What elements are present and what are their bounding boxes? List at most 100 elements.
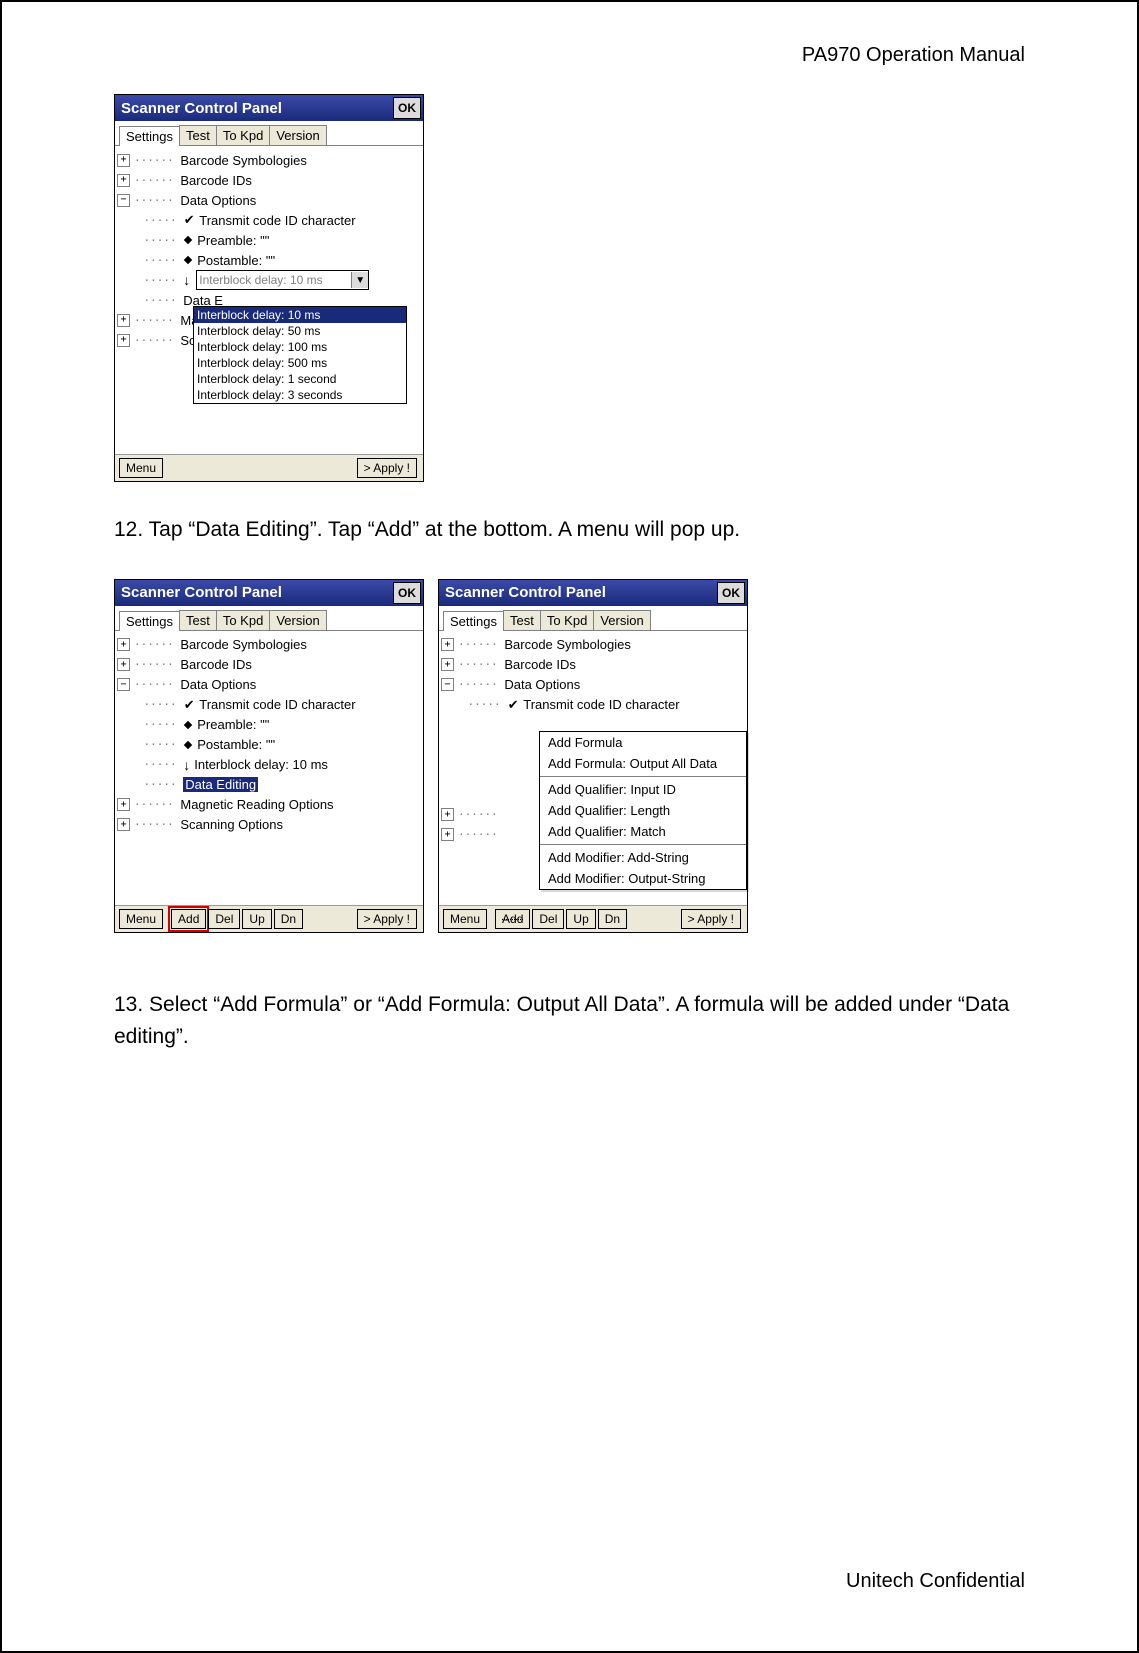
plus-icon[interactable]: + — [117, 818, 130, 831]
tree-label: Postamble: "" — [197, 737, 275, 752]
menu-item-add-formula-output-all[interactable]: Add Formula: Output All Data — [540, 753, 746, 774]
dropdown-option[interactable]: Interblock delay: 1 second — [194, 371, 406, 387]
tree-node[interactable]: − ······ Data Options — [441, 675, 745, 695]
tree-connector: ······ — [134, 314, 180, 327]
del-button[interactable]: Del — [532, 909, 564, 929]
tree-label: Scanning Options — [180, 817, 283, 832]
minus-icon[interactable]: − — [117, 678, 130, 691]
up-button[interactable]: Up — [566, 909, 595, 929]
tree-connector: ······ — [458, 678, 504, 691]
plus-icon[interactable]: + — [117, 174, 130, 187]
tree-node[interactable]: + ······ Scanning Options — [117, 815, 421, 835]
dropdown-list[interactable]: Interblock delay: 10 ms Interblock delay… — [193, 306, 407, 404]
plus-icon[interactable]: + — [441, 808, 454, 821]
tree-node[interactable]: + ······ Barcode IDs — [117, 170, 421, 190]
plus-icon[interactable]: + — [441, 638, 454, 651]
tree-label: Transmit code ID character — [199, 697, 355, 712]
menu-item-add-formula[interactable]: Add Formula — [540, 732, 746, 753]
tree-leaf[interactable]: ····· Postamble: "" — [117, 250, 421, 270]
del-button[interactable]: Del — [208, 909, 240, 929]
plus-icon[interactable]: + — [441, 828, 454, 841]
bottom-toolbar: Menu Add Del Up Dn > Apply ! — [439, 905, 747, 932]
ok-button[interactable]: OK — [393, 97, 421, 119]
tree-node[interactable]: + ······ Magnetic Reading Options — [117, 795, 421, 815]
menu-item-add-qualifier-length[interactable]: Add Qualifier: Length — [540, 800, 746, 821]
tree-node[interactable]: − ······ Data Options — [117, 190, 421, 210]
tree-leaf[interactable]: ····· Preamble: "" — [117, 715, 421, 735]
plus-icon[interactable]: + — [117, 638, 130, 651]
menu-item-add-modifier-addstring[interactable]: Add Modifier: Add-String — [540, 847, 746, 868]
dropdown-option[interactable]: Interblock delay: 100 ms — [194, 339, 406, 355]
menu-button[interactable]: Menu — [119, 458, 163, 478]
tree-leaf[interactable]: ····· Data Editing — [117, 775, 421, 795]
tree-node[interactable]: + ······ Barcode IDs — [117, 655, 421, 675]
tree-leaf[interactable]: ····· ✔ Transmit code ID character — [441, 695, 745, 715]
tree-leaf[interactable]: ····· Postamble: "" — [117, 735, 421, 755]
tree-leaf[interactable]: ····· ✔ Transmit code ID character — [117, 210, 421, 230]
tab-tokpd[interactable]: To Kpd — [216, 125, 270, 145]
menu-item-add-qualifier-inputid[interactable]: Add Qualifier: Input ID — [540, 779, 746, 800]
tab-test[interactable]: Test — [179, 125, 217, 145]
dropdown-option[interactable]: Interblock delay: 500 ms — [194, 355, 406, 371]
chevron-down-icon[interactable]: ▼ — [351, 272, 368, 288]
menu-separator — [540, 844, 746, 845]
tab-version[interactable]: Version — [269, 125, 326, 145]
plus-icon[interactable]: + — [117, 334, 130, 347]
plus-icon[interactable]: + — [117, 154, 130, 167]
tree-leaf[interactable]: ····· Preamble: "" — [117, 230, 421, 250]
tree-node[interactable]: − ······ Data Options — [117, 675, 421, 695]
tree-label: Data Options — [180, 677, 256, 692]
menu-button[interactable]: Menu — [119, 909, 163, 929]
add-button[interactable]: Add — [495, 909, 530, 929]
tab-strip: Settings Test To Kpd Version — [439, 606, 747, 631]
dropdown-value[interactable] — [197, 272, 351, 288]
interblock-delay-dropdown[interactable]: ▼ — [196, 270, 369, 290]
plus-icon[interactable]: + — [441, 658, 454, 671]
add-context-menu[interactable]: Add Formula Add Formula: Output All Data… — [539, 731, 747, 890]
tree-node[interactable]: + ······ Barcode IDs — [441, 655, 745, 675]
ok-button[interactable]: OK — [717, 582, 745, 604]
tab-test[interactable]: Test — [179, 610, 217, 630]
tab-tokpd[interactable]: To Kpd — [216, 610, 270, 630]
tree-connector: ····· — [117, 758, 183, 771]
plus-icon[interactable]: + — [117, 658, 130, 671]
dn-button[interactable]: Dn — [598, 909, 627, 929]
tab-settings[interactable]: Settings — [119, 126, 180, 146]
plus-icon[interactable]: + — [117, 314, 130, 327]
dropdown-option[interactable]: Interblock delay: 3 seconds — [194, 387, 406, 403]
dn-button[interactable]: Dn — [274, 909, 303, 929]
dropdown-option[interactable]: Interblock delay: 10 ms — [194, 307, 406, 323]
tree-label: Data Options — [180, 193, 256, 208]
tree-leaf[interactable]: ····· ✔ Transmit code ID character — [117, 695, 421, 715]
tree-connector: ······ — [134, 678, 180, 691]
tab-settings[interactable]: Settings — [443, 611, 504, 631]
tab-version[interactable]: Version — [593, 610, 650, 630]
tree-leaf[interactable]: ····· ↓ ▼ — [117, 270, 421, 290]
menu-item-add-qualifier-match[interactable]: Add Qualifier: Match — [540, 821, 746, 842]
tab-tokpd[interactable]: To Kpd — [540, 610, 594, 630]
add-button[interactable]: Add — [171, 909, 206, 929]
plus-icon[interactable]: + — [117, 798, 130, 811]
dropdown-option[interactable]: Interblock delay: 50 ms — [194, 323, 406, 339]
menu-button[interactable]: Menu — [443, 909, 487, 929]
minus-icon[interactable]: − — [441, 678, 454, 691]
tree-connector: ······ — [134, 334, 180, 347]
tab-test[interactable]: Test — [503, 610, 541, 630]
minus-icon[interactable]: − — [117, 194, 130, 207]
ok-button[interactable]: OK — [393, 582, 421, 604]
tab-settings[interactable]: Settings — [119, 611, 180, 631]
tree-label: Barcode Symbologies — [180, 637, 306, 652]
tree-label: Transmit code ID character — [199, 213, 355, 228]
apply-button[interactable]: > Apply ! — [357, 909, 417, 929]
tree-node[interactable]: + ······ Barcode Symbologies — [117, 150, 421, 170]
tree-node[interactable]: + ······ Barcode Symbologies — [117, 635, 421, 655]
up-button[interactable]: Up — [242, 909, 271, 929]
apply-button[interactable]: > Apply ! — [681, 909, 741, 929]
apply-button[interactable]: > Apply ! — [357, 458, 417, 478]
tree-leaf[interactable]: ····· ↓ Interblock delay: 10 ms — [117, 755, 421, 775]
scanner-panel-data-editing: Scanner Control Panel OK Settings Test T… — [114, 579, 424, 933]
tree-node[interactable]: + ······ Barcode Symbologies — [441, 635, 745, 655]
menu-item-add-modifier-outputstring[interactable]: Add Modifier: Output-String — [540, 868, 746, 889]
tab-version[interactable]: Version — [269, 610, 326, 630]
content-area: Scanner Control Panel OK Settings Test T… — [114, 94, 1029, 1086]
